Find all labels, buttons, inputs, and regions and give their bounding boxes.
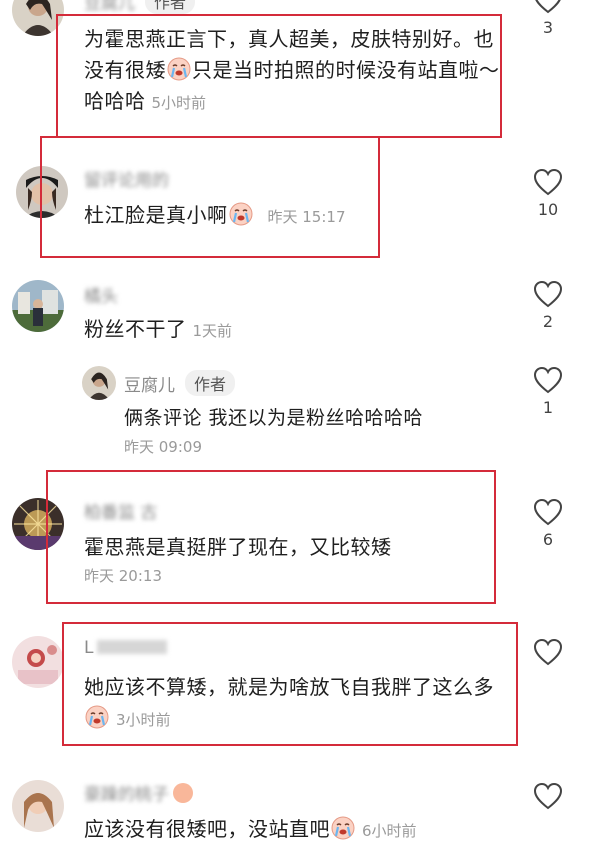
- comment-time: 1天前: [192, 322, 233, 340]
- comment-text: 为霍思燕正言下，真人超美，皮肤特别好。也没有很矮 只是当时拍照的时候没有站直啦～哈…: [84, 27, 500, 113]
- like-count: 1: [542, 398, 554, 417]
- avatar[interactable]: [12, 636, 64, 688]
- comment-username[interactable]: 豆腐儿 作者: [84, 0, 196, 14]
- crying-face-emoji-icon: [331, 816, 355, 840]
- comment-time: 昨天 15:17: [267, 208, 346, 226]
- reply-username[interactable]: 豆腐儿 作者: [124, 370, 236, 396]
- author-tag: 作者: [145, 0, 196, 14]
- like-count: 10: [537, 200, 559, 219]
- blurred-name: [97, 640, 168, 654]
- comment-time: 昨天 20:13: [84, 567, 162, 585]
- comment-username[interactable]: 留评论用的: [84, 166, 169, 191]
- avatar[interactable]: [12, 0, 64, 36]
- like-button[interactable]: 10: [528, 168, 568, 219]
- comment-text: 杜江脸是真小啊 昨天 15:17: [84, 202, 346, 227]
- comment-time: 6小时前: [362, 822, 417, 840]
- avatar[interactable]: [12, 280, 64, 332]
- comment-time: 3小时前: [116, 711, 171, 729]
- reply-text: 俩条评论 我还以为是粉丝哈哈哈哈 昨天 09:09: [124, 403, 514, 460]
- heart-outline-icon: [533, 168, 563, 196]
- avatar[interactable]: [82, 366, 116, 400]
- heart-outline-icon: [535, 0, 561, 14]
- comment-text: 霍思燕是真挺胖了现在，又比较矮 昨天 20:13: [84, 532, 504, 589]
- crying-face-emoji-icon: [167, 57, 191, 81]
- comment-username[interactable]: L: [84, 638, 168, 658]
- like-count: 6: [542, 530, 554, 549]
- heart-outline-icon: [533, 638, 563, 666]
- crying-face-emoji-icon: [85, 705, 109, 729]
- like-count: 3: [542, 18, 554, 37]
- heart-outline-icon: [533, 366, 563, 394]
- like-button[interactable]: 2: [528, 280, 568, 331]
- comment-username[interactable]: 橘头: [84, 282, 118, 307]
- avatar[interactable]: [12, 498, 64, 550]
- like-button[interactable]: 6: [528, 498, 568, 549]
- comment-username[interactable]: 豪躁的桃子: [84, 780, 193, 805]
- like-button[interactable]: 1: [528, 366, 568, 417]
- like-button[interactable]: [528, 782, 568, 810]
- heart-outline-icon: [533, 782, 563, 810]
- highlight-box: [40, 136, 380, 258]
- comment-text: 粉丝不干了 1天前: [84, 317, 233, 341]
- crying-face-emoji-icon: [229, 202, 253, 226]
- heart-outline-icon: [533, 498, 563, 526]
- avatar[interactable]: [16, 166, 68, 218]
- reply-time: 昨天 09:09: [124, 438, 202, 456]
- heart-outline-icon: [533, 280, 563, 308]
- author-tag: 作者: [185, 370, 236, 396]
- like-button[interactable]: [528, 638, 568, 670]
- peach-emoji-icon: [173, 783, 193, 803]
- like-button[interactable]: 3: [528, 0, 568, 37]
- like-count: 2: [542, 312, 554, 331]
- comment-text: 她应该不算矮，就是为啥放飞自我胖了这么多3小时前: [84, 675, 494, 729]
- comment-username[interactable]: 柏番监 古: [84, 498, 157, 523]
- comment-time: 5小时前: [151, 94, 207, 112]
- avatar[interactable]: [12, 780, 64, 832]
